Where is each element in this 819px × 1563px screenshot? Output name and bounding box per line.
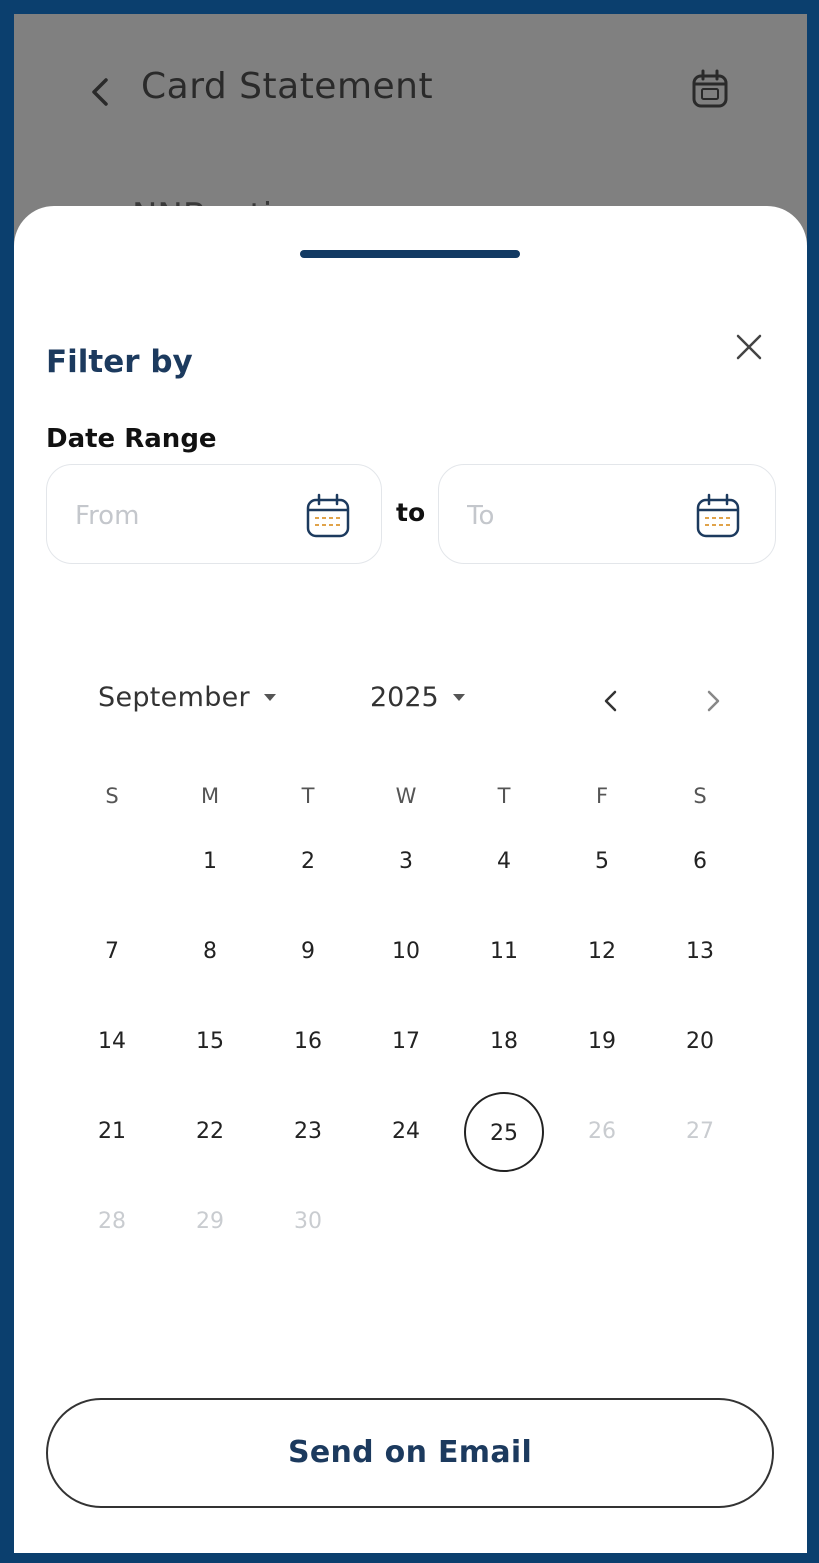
calendar-day[interactable]: 3 <box>366 822 446 902</box>
calendar-day: 28 <box>98 1209 126 1234</box>
date-range-label: Date Range <box>46 424 217 454</box>
calendar-day[interactable]: 6 <box>660 822 740 902</box>
weekday-label: M <box>200 784 220 808</box>
from-date-input[interactable] <box>73 495 277 537</box>
send-on-email-button[interactable]: Send on Email <box>46 1398 774 1508</box>
filter-bottom-sheet: Filter by Date Range to <box>14 206 807 1553</box>
calendar-day[interactable]: 2 <box>268 822 348 902</box>
calendar-grid: 1 2 3 4 5 6 7 8 9 10 11 12 13 14 15 16 17 18 19 20 21 22 23 24 2… <box>14 842 807 1342</box>
calendar-day: 27 <box>686 1119 714 1144</box>
weekday-label: F <box>595 784 609 808</box>
weekday-label: T <box>301 784 315 808</box>
from-date-field[interactable] <box>46 464 382 564</box>
calendar-icon[interactable] <box>693 491 743 541</box>
weekday-header: SMTWTFS <box>14 784 807 824</box>
calendar-day[interactable]: 13 <box>660 912 740 992</box>
calendar-day[interactable]: 17 <box>366 1002 446 1082</box>
calendar-day[interactable]: 15 <box>170 1002 250 1082</box>
weekday-label: T <box>497 784 511 808</box>
calendar-day[interactable]: 1 <box>170 822 250 902</box>
chevron-left-icon[interactable] <box>596 684 626 718</box>
calendar-day: 30 <box>294 1209 322 1234</box>
page-title: Card Statement <box>141 66 434 107</box>
calendar-day[interactable]: 16 <box>268 1002 348 1082</box>
calendar-day[interactable]: 7 <box>72 912 152 992</box>
year-dropdown[interactable]: 2025 <box>370 682 465 713</box>
calendar-icon[interactable] <box>690 68 730 110</box>
weekday-label: S <box>693 784 707 808</box>
calendar-day[interactable]: 19 <box>562 1002 642 1082</box>
calendar-day[interactable]: 4 <box>464 822 544 902</box>
chevron-right-icon[interactable] <box>698 684 728 718</box>
calendar-day: 26 <box>588 1119 616 1144</box>
calendar-day[interactable]: 10 <box>366 912 446 992</box>
back-arrow-icon[interactable] <box>86 74 114 110</box>
month-label: September <box>98 682 250 713</box>
calendar-day[interactable]: 11 <box>464 912 544 992</box>
calendar-day[interactable]: 18 <box>464 1002 544 1082</box>
calendar-day[interactable]: 23 <box>268 1092 348 1172</box>
calendar-day[interactable]: 21 <box>72 1092 152 1172</box>
month-dropdown[interactable]: September <box>98 682 276 713</box>
close-icon[interactable] <box>732 330 766 364</box>
calendar-day[interactable]: 24 <box>366 1092 446 1172</box>
calendar-header: September 2025 <box>14 682 807 732</box>
calendar-icon[interactable] <box>303 491 353 541</box>
to-separator: to <box>396 498 426 527</box>
calendar-day[interactable]: 20 <box>660 1002 740 1082</box>
calendar-day-today[interactable]: 25 <box>464 1092 544 1172</box>
calendar-day: 29 <box>196 1209 224 1234</box>
calendar-day[interactable]: 12 <box>562 912 642 992</box>
calendar-day[interactable]: 9 <box>268 912 348 992</box>
to-date-field[interactable] <box>438 464 776 564</box>
caret-down-icon <box>263 694 276 701</box>
caret-down-icon <box>452 694 465 701</box>
sheet-drag-handle[interactable] <box>300 250 520 258</box>
year-label: 2025 <box>370 682 439 713</box>
screen: Card Statement NNB ...ti Filter by Date … <box>14 14 807 1553</box>
calendar-day[interactable]: 22 <box>170 1092 250 1172</box>
calendar-day[interactable]: 8 <box>170 912 250 992</box>
to-date-input[interactable] <box>465 495 669 537</box>
weekday-label: W <box>395 784 417 808</box>
calendar-day[interactable]: 14 <box>72 1002 152 1082</box>
weekday-label: S <box>105 784 119 808</box>
filter-title: Filter by <box>46 344 193 380</box>
calendar-day[interactable]: 5 <box>562 822 642 902</box>
